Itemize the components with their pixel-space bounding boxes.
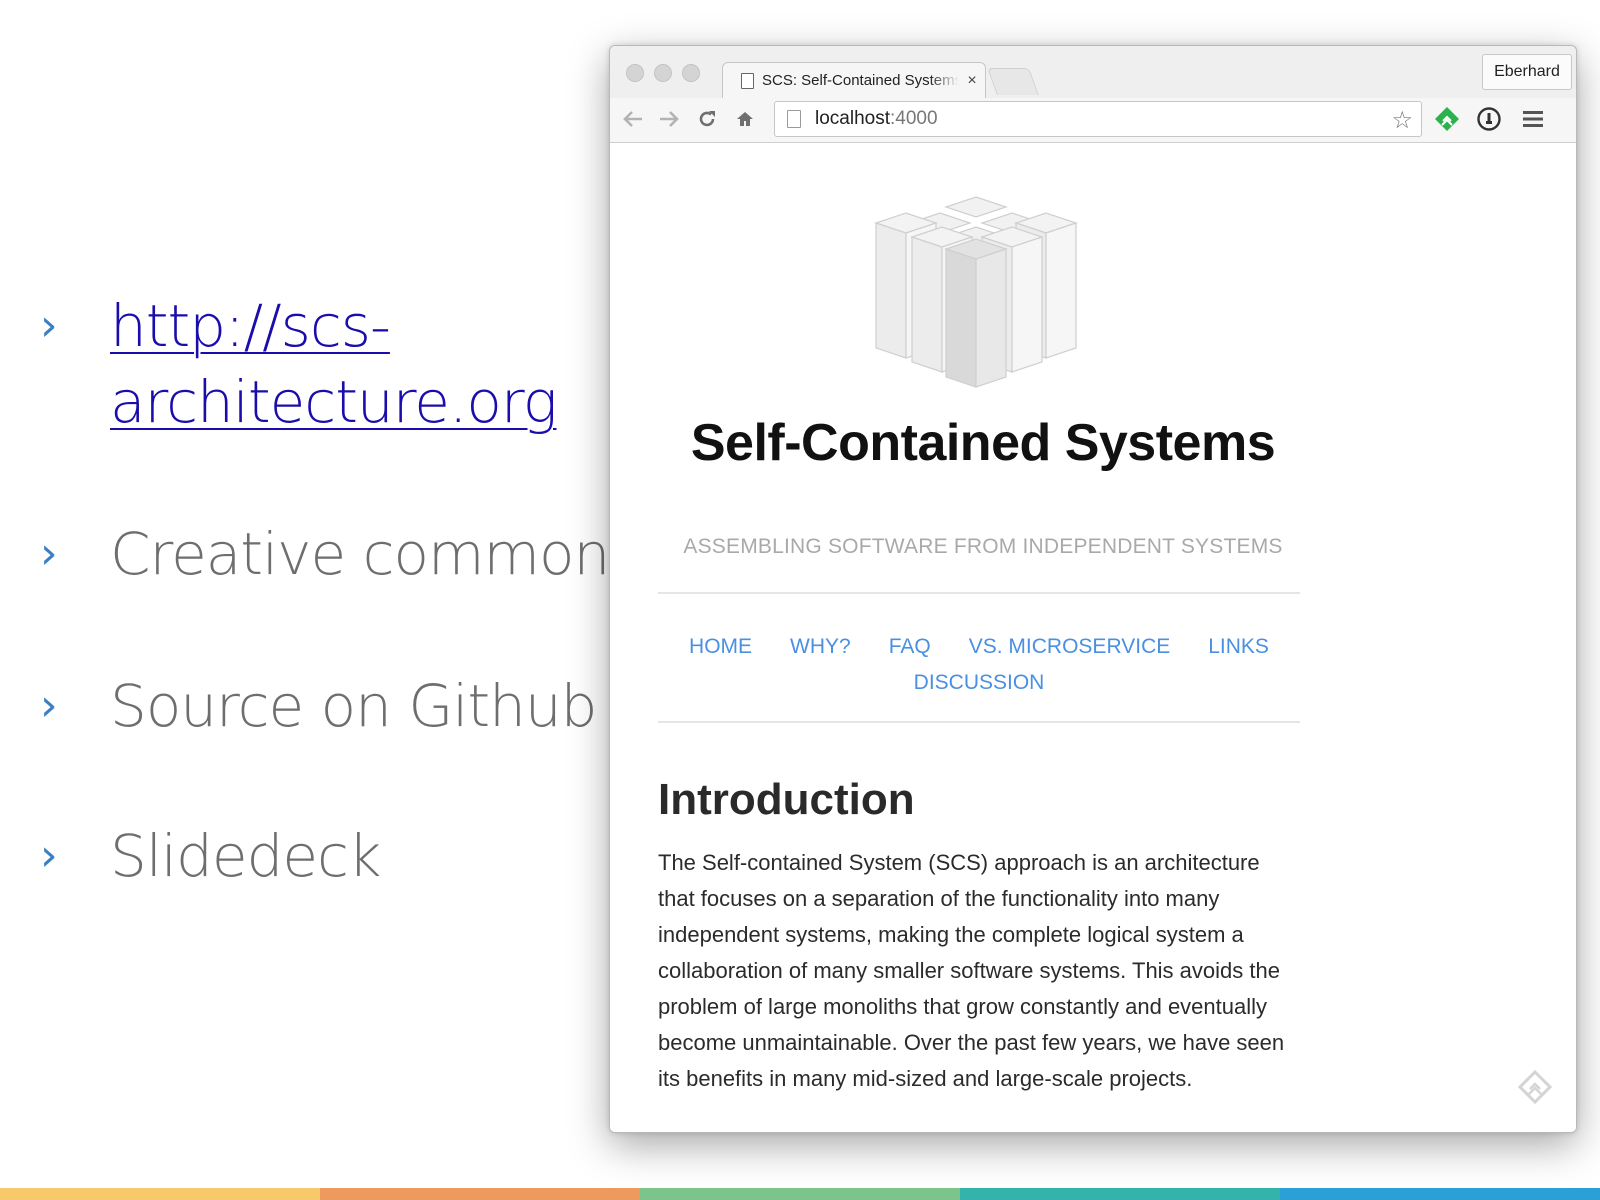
chevron-right-icon: › bbox=[40, 680, 58, 731]
strip-segment bbox=[960, 1188, 1280, 1200]
site-navigation: HOME WHY? FAQ VS. MICROSERVICE LINKS DIS… bbox=[658, 629, 1300, 701]
nav-link-links[interactable]: LINKS bbox=[1208, 629, 1269, 665]
bullet-text-source-github: Source on Github bbox=[110, 672, 597, 740]
back-arrow-icon[interactable] bbox=[618, 104, 648, 134]
bottom-color-strip bbox=[0, 1188, 1600, 1200]
browser-titlebar: SCS: Self-Contained Systems × Eberhard bbox=[610, 46, 1576, 98]
nav-top-divider bbox=[658, 592, 1300, 594]
web-page-content: Self-Contained Systems ASSEMBLING SOFTWA… bbox=[610, 143, 1576, 1132]
nav-link-faq[interactable]: FAQ bbox=[889, 629, 931, 665]
url-port[interactable]: :4000 bbox=[890, 108, 938, 129]
feedly-extension-icon[interactable] bbox=[1432, 104, 1462, 134]
password-manager-icon[interactable] bbox=[1474, 104, 1504, 134]
chevron-right-icon: › bbox=[40, 528, 58, 579]
url-host[interactable]: localhost bbox=[815, 108, 890, 129]
address-bar[interactable]: localhost:4000 ☆ bbox=[774, 101, 1422, 137]
menu-icon[interactable] bbox=[1518, 104, 1548, 134]
nav-link-home[interactable]: HOME bbox=[689, 629, 752, 665]
address-url[interactable]: localhost:4000 bbox=[815, 108, 938, 130]
bookmark-star-icon[interactable]: ☆ bbox=[1391, 106, 1413, 134]
home-icon[interactable] bbox=[730, 104, 760, 134]
page-info-icon[interactable] bbox=[787, 110, 801, 128]
nav-link-vs-microservice[interactable]: VS. MICROSERVICE bbox=[969, 629, 1171, 665]
nav-row-2: DISCUSSION bbox=[658, 665, 1300, 701]
website-link[interactable]: http://scs- architecture.org bbox=[110, 288, 557, 440]
nav-bottom-divider bbox=[658, 721, 1300, 723]
introduction-heading: Introduction bbox=[658, 775, 915, 824]
site-title: Self-Contained Systems bbox=[690, 414, 1276, 472]
website-link-line1[interactable]: http://scs- bbox=[110, 292, 391, 360]
reload-icon[interactable] bbox=[692, 104, 722, 134]
profile-button[interactable]: Eberhard bbox=[1482, 54, 1572, 90]
introduction-paragraph: The Self-contained System (SCS) approach… bbox=[658, 850, 1285, 1091]
strip-segment bbox=[1280, 1188, 1600, 1200]
browser-window: SCS: Self-Contained Systems × Eberhard l… bbox=[609, 45, 1577, 1133]
nav-row-1: HOME WHY? FAQ VS. MICROSERVICE LINKS bbox=[658, 629, 1300, 665]
scs-logo-icon bbox=[874, 196, 1078, 388]
browser-tab-active[interactable]: SCS: Self-Contained Systems × bbox=[722, 62, 986, 98]
browser-toolbar: localhost:4000 ☆ bbox=[610, 98, 1576, 143]
strip-segment bbox=[640, 1188, 960, 1200]
new-tab-button[interactable] bbox=[987, 68, 1039, 95]
strip-segment bbox=[0, 1188, 320, 1200]
close-window-button[interactable] bbox=[626, 64, 644, 82]
bullet-text-creative-commons: Creative commons bbox=[110, 520, 639, 588]
slide-bullet-list: › http://scs- architecture.org › Creativ… bbox=[0, 0, 639, 1200]
tab-title: SCS: Self-Contained Systems bbox=[762, 72, 959, 89]
strip-segment bbox=[320, 1188, 640, 1200]
tab-close-icon[interactable]: × bbox=[959, 72, 985, 90]
site-subtitle: ASSEMBLING SOFTWARE FROM INDEPENDENT SYS… bbox=[683, 535, 1283, 558]
page-document-icon bbox=[741, 72, 754, 89]
nav-link-why[interactable]: WHY? bbox=[790, 629, 851, 665]
bullet-text-slidedeck: Slidedeck bbox=[110, 822, 382, 890]
zoom-window-button[interactable] bbox=[682, 64, 700, 82]
website-link-line2[interactable]: architecture.org bbox=[110, 368, 557, 436]
chevron-right-icon: › bbox=[40, 300, 58, 351]
chevron-right-icon: › bbox=[40, 830, 58, 881]
nav-link-discussion[interactable]: DISCUSSION bbox=[914, 665, 1045, 701]
forward-arrow-icon[interactable] bbox=[654, 104, 684, 134]
window-controls bbox=[626, 64, 700, 82]
minimize-window-button[interactable] bbox=[654, 64, 672, 82]
feedly-mini-icon[interactable] bbox=[1518, 1070, 1552, 1104]
